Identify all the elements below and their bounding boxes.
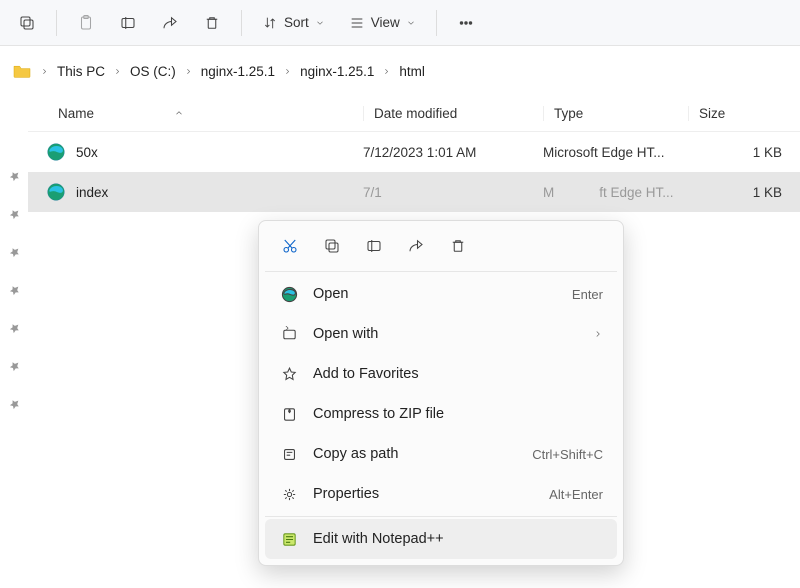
context-menu: Open Enter Open with Add to Favorites Co…: [258, 220, 624, 566]
open-with-icon: [281, 326, 298, 343]
context-menu-separator: [265, 271, 617, 272]
left-rail: [0, 96, 28, 588]
pin-icon[interactable]: [8, 322, 21, 338]
column-date-label: Date modified: [374, 106, 457, 121]
context-compress-label: Compress to ZIP file: [313, 406, 603, 422]
chevron-right-icon: [281, 64, 294, 79]
copy-path-icon: [281, 446, 298, 463]
file-name: index: [76, 185, 108, 200]
column-size-label: Size: [699, 106, 725, 121]
pin-icon[interactable]: [8, 208, 21, 224]
chevron-right-icon: [38, 64, 51, 79]
pin-icon[interactable]: [8, 246, 21, 262]
view-dropdown[interactable]: View: [339, 5, 426, 41]
context-copy-path-label: Copy as path: [313, 446, 518, 462]
file-row[interactable]: index 7/1 M ft Edge HT... 1 KB: [28, 172, 800, 212]
context-favorites-label: Add to Favorites: [313, 366, 603, 382]
cut-icon[interactable]: [279, 235, 301, 257]
column-date[interactable]: Date modified: [363, 106, 543, 121]
column-name-label: Name: [58, 106, 94, 121]
pin-icon[interactable]: [8, 398, 21, 414]
crumb-os-c[interactable]: OS (C:): [130, 64, 176, 79]
new-icon[interactable]: [8, 5, 46, 41]
file-row[interactable]: 50x 7/12/2023 1:01 AM Microsoft Edge HT.…: [28, 132, 800, 172]
view-label: View: [371, 15, 400, 30]
edge-icon: [281, 286, 298, 303]
pin-icon[interactable]: [8, 170, 21, 186]
edge-icon: [46, 142, 66, 162]
context-favorites[interactable]: Add to Favorites: [265, 354, 617, 394]
column-headers: Name Date modified Type Size: [28, 96, 800, 132]
more-icon[interactable]: [447, 5, 485, 41]
context-edit-notepadpp[interactable]: Edit with Notepad++: [265, 519, 617, 559]
sort-label: Sort: [284, 15, 309, 30]
star-icon: [281, 366, 298, 383]
crumb-html[interactable]: html: [399, 64, 425, 79]
toolbar-separator: [56, 10, 57, 36]
file-size: 1 KB: [688, 185, 800, 200]
crumb-this-pc[interactable]: This PC: [57, 64, 105, 79]
rename-icon[interactable]: [363, 235, 385, 257]
share-icon[interactable]: [405, 235, 427, 257]
rename-icon[interactable]: [109, 5, 147, 41]
crumb-nginx-1[interactable]: nginx-1.25.1: [201, 64, 275, 79]
share-icon[interactable]: [151, 5, 189, 41]
context-copy-path[interactable]: Copy as path Ctrl+Shift+C: [265, 434, 617, 474]
context-menu-separator: [265, 516, 617, 517]
context-open-with[interactable]: Open with: [265, 314, 617, 354]
breadcrumb[interactable]: This PC OS (C:) nginx-1.25.1 nginx-1.25.…: [0, 46, 800, 96]
folder-icon: [12, 63, 32, 79]
context-open-hint: Enter: [572, 287, 603, 302]
chevron-right-icon: [182, 64, 195, 79]
pin-icon[interactable]: [8, 284, 21, 300]
edge-icon: [46, 182, 66, 202]
column-type[interactable]: Type: [543, 106, 688, 121]
delete-icon[interactable]: [193, 5, 231, 41]
toolbar-separator: [241, 10, 242, 36]
copy-icon[interactable]: [321, 235, 343, 257]
context-open-with-label: Open with: [313, 326, 579, 342]
context-copy-path-hint: Ctrl+Shift+C: [532, 447, 603, 462]
file-date: 7/12/2023 1:01 AM: [363, 145, 543, 160]
file-type: M ft Edge HT...: [543, 185, 688, 200]
column-size[interactable]: Size: [688, 106, 800, 121]
notepadpp-icon: [281, 531, 298, 548]
paste-icon[interactable]: [67, 5, 105, 41]
chevron-right-icon: [111, 64, 124, 79]
chevron-right-icon: [593, 327, 603, 342]
sort-caret-icon: [174, 106, 184, 121]
sort-dropdown[interactable]: Sort: [252, 5, 335, 41]
toolbar: Sort View: [0, 0, 800, 46]
context-compress[interactable]: Compress to ZIP file: [265, 394, 617, 434]
file-size: 1 KB: [688, 145, 800, 160]
context-properties[interactable]: Properties Alt+Enter: [265, 474, 617, 514]
chevron-right-icon: [380, 64, 393, 79]
zip-icon: [281, 406, 298, 423]
context-properties-hint: Alt+Enter: [549, 487, 603, 502]
crumb-nginx-2[interactable]: nginx-1.25.1: [300, 64, 374, 79]
delete-icon[interactable]: [447, 235, 469, 257]
toolbar-separator: [436, 10, 437, 36]
column-type-label: Type: [554, 106, 583, 121]
file-name: 50x: [76, 145, 98, 160]
context-open-label: Open: [313, 286, 558, 302]
file-type: Microsoft Edge HT...: [543, 145, 688, 160]
file-date: 7/1: [363, 185, 543, 200]
pin-icon[interactable]: [8, 360, 21, 376]
context-menu-quickactions: [265, 227, 617, 269]
context-open[interactable]: Open Enter: [265, 274, 617, 314]
context-properties-label: Properties: [313, 486, 535, 502]
properties-icon: [281, 486, 298, 503]
column-name[interactable]: Name: [58, 106, 363, 121]
context-edit-npp-label: Edit with Notepad++: [313, 531, 603, 547]
